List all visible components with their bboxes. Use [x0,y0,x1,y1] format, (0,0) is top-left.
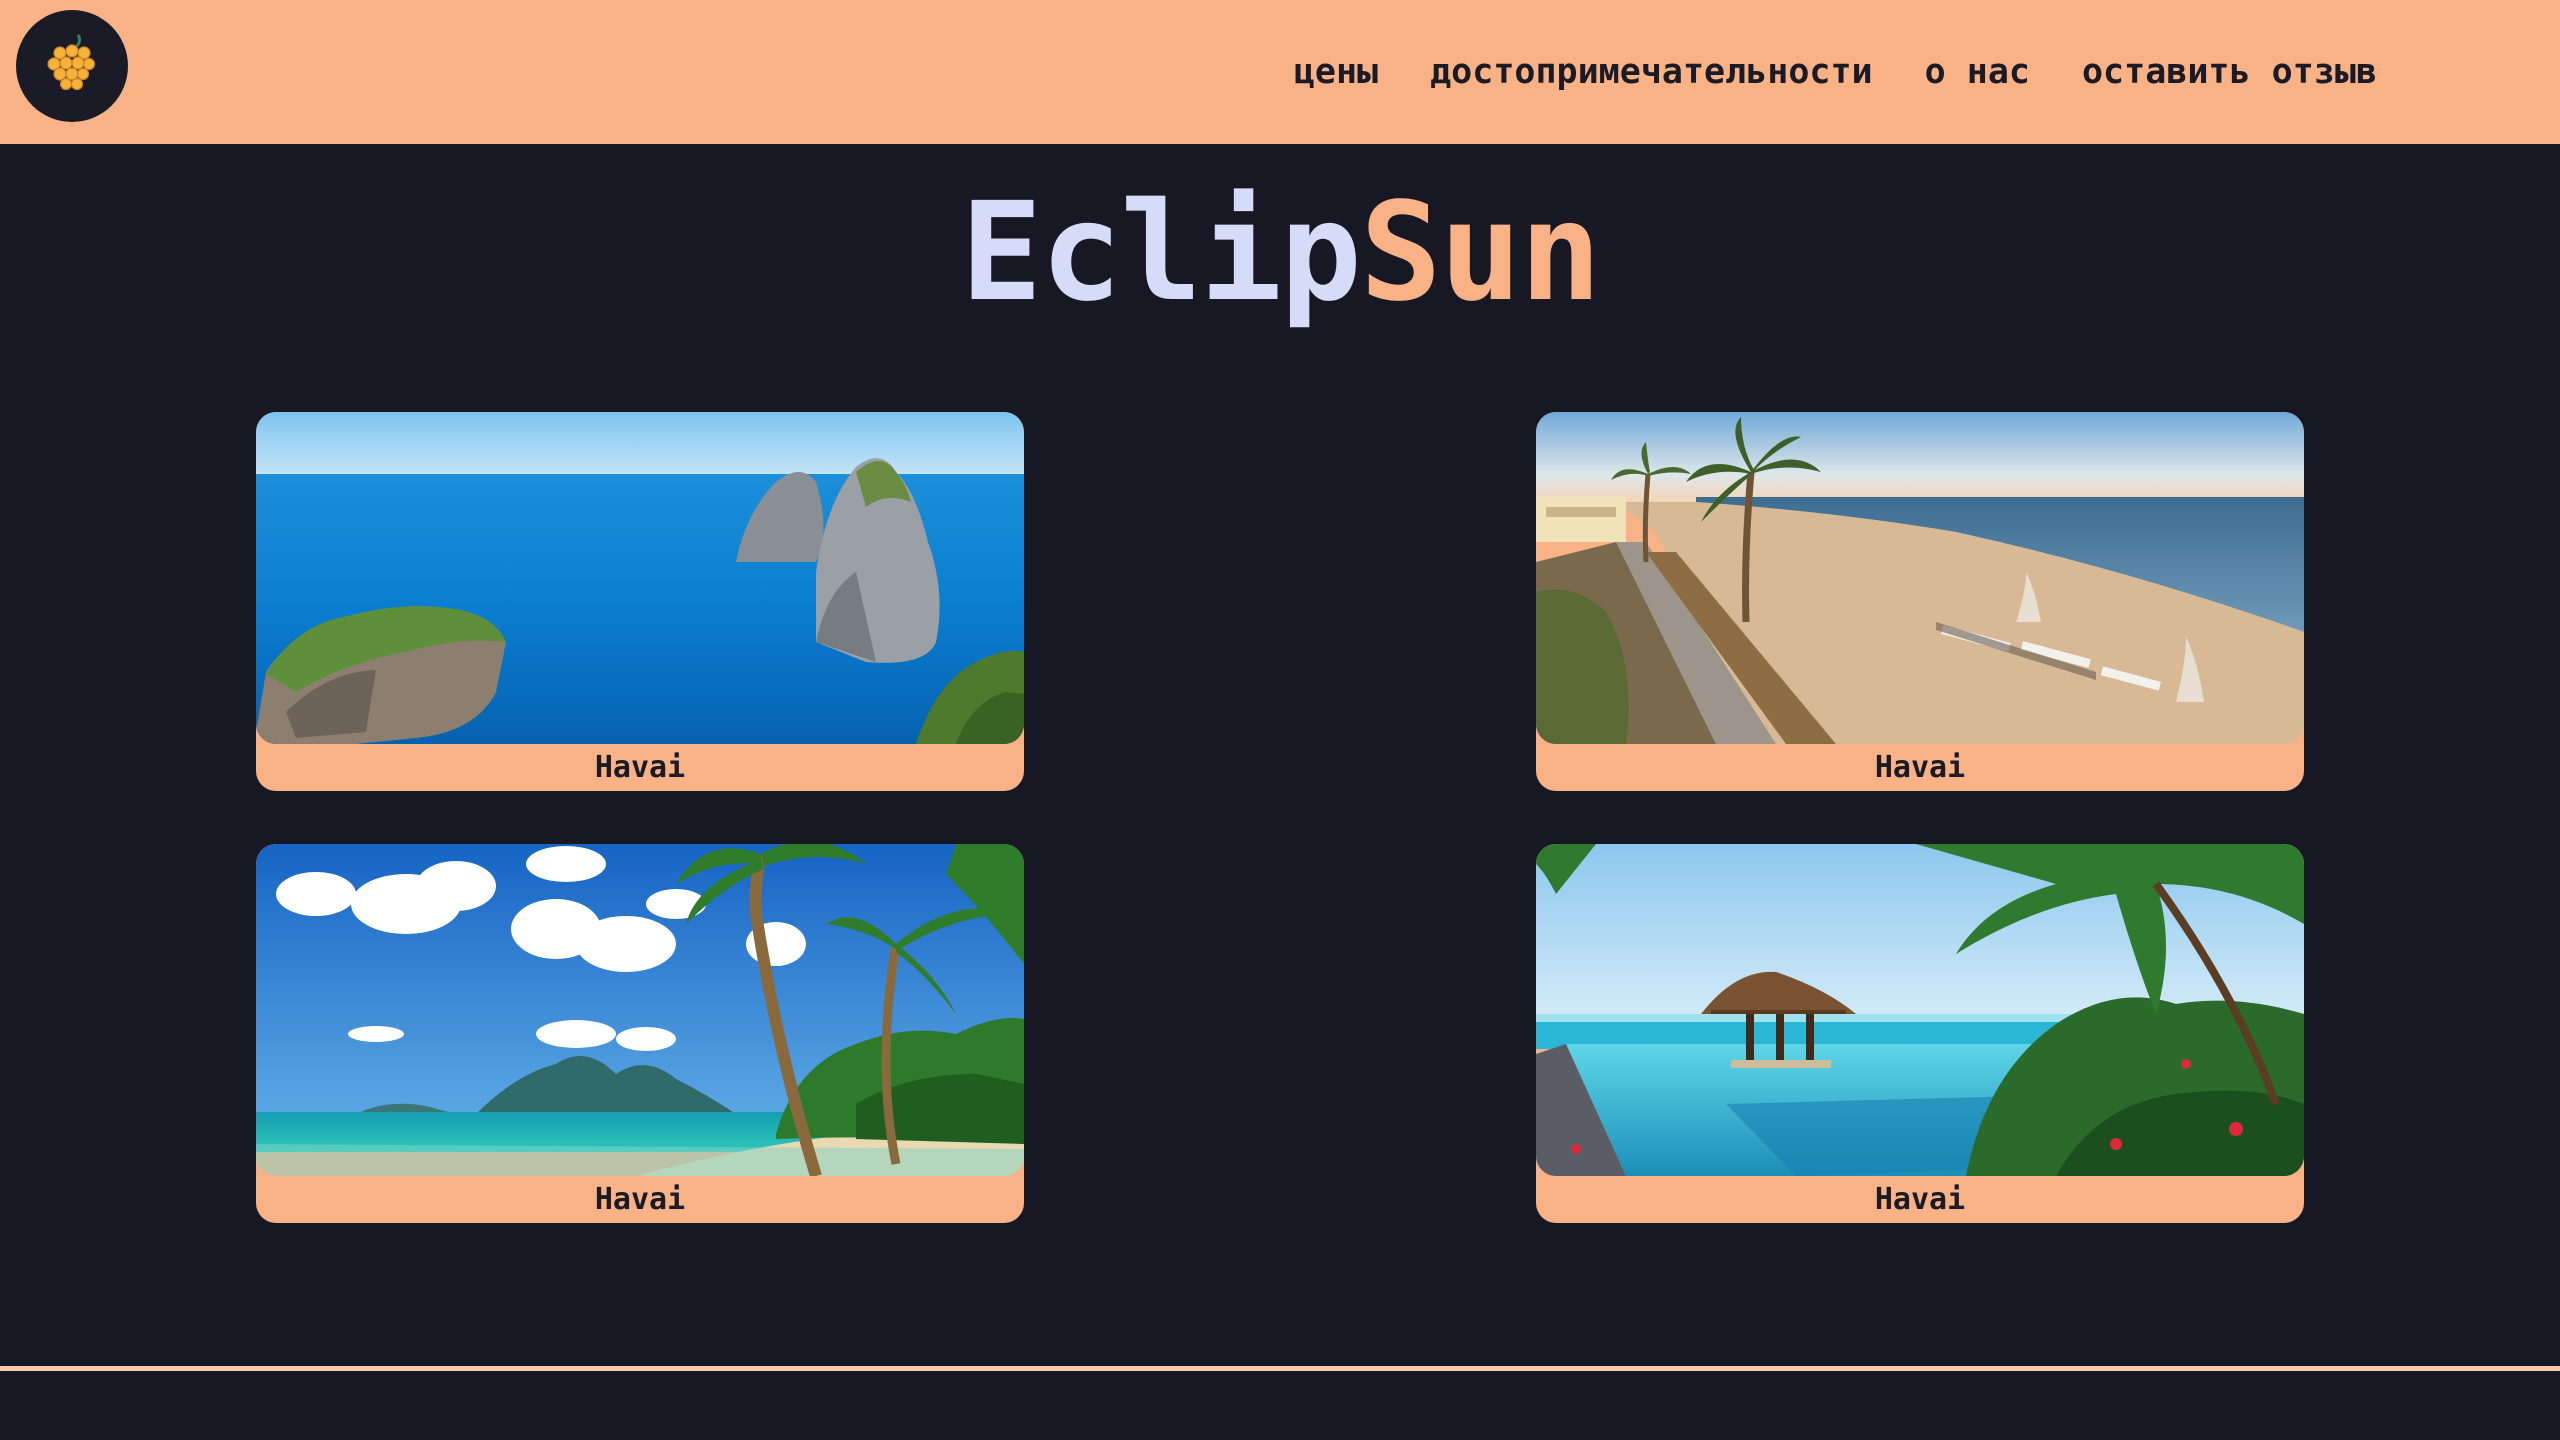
palm-beach-islands-photo [256,844,1024,1176]
site-header: цены достопримечательности о нас оставит… [0,0,2560,144]
card-caption: Havai [594,750,686,785]
sea-cliffs-photo [256,412,1024,744]
card-caption: Havai [1874,750,1966,785]
card-caption: Havai [1874,1182,1966,1217]
main-nav: цены достопримечательности о нас оставит… [1294,0,2377,144]
infinity-pool-resort-photo [1536,844,2304,1176]
title-part-eclip: Eclip [960,174,1361,332]
nav-link-about[interactable]: о нас [1925,52,2030,92]
nav-link-review[interactable]: оставить отзыв [2082,52,2377,92]
golden-grapes-icon [42,31,102,101]
sandy-beach-promenade-photo [1536,412,2304,744]
destination-card[interactable]: Havai [256,412,1024,791]
site-logo[interactable] [16,10,128,122]
footer-divider [0,1366,2560,1371]
title-part-sun: Sun [1359,174,1602,332]
destination-card[interactable]: Havai [256,844,1024,1223]
nav-link-prices[interactable]: цены [1294,52,1378,92]
page-title: EclipSun [0,178,2560,328]
destination-card[interactable]: Havai [1536,844,2304,1223]
nav-link-sights[interactable]: достопримечательности [1430,52,1873,92]
destination-card[interactable]: Havai [1536,412,2304,791]
card-caption: Havai [594,1182,686,1217]
